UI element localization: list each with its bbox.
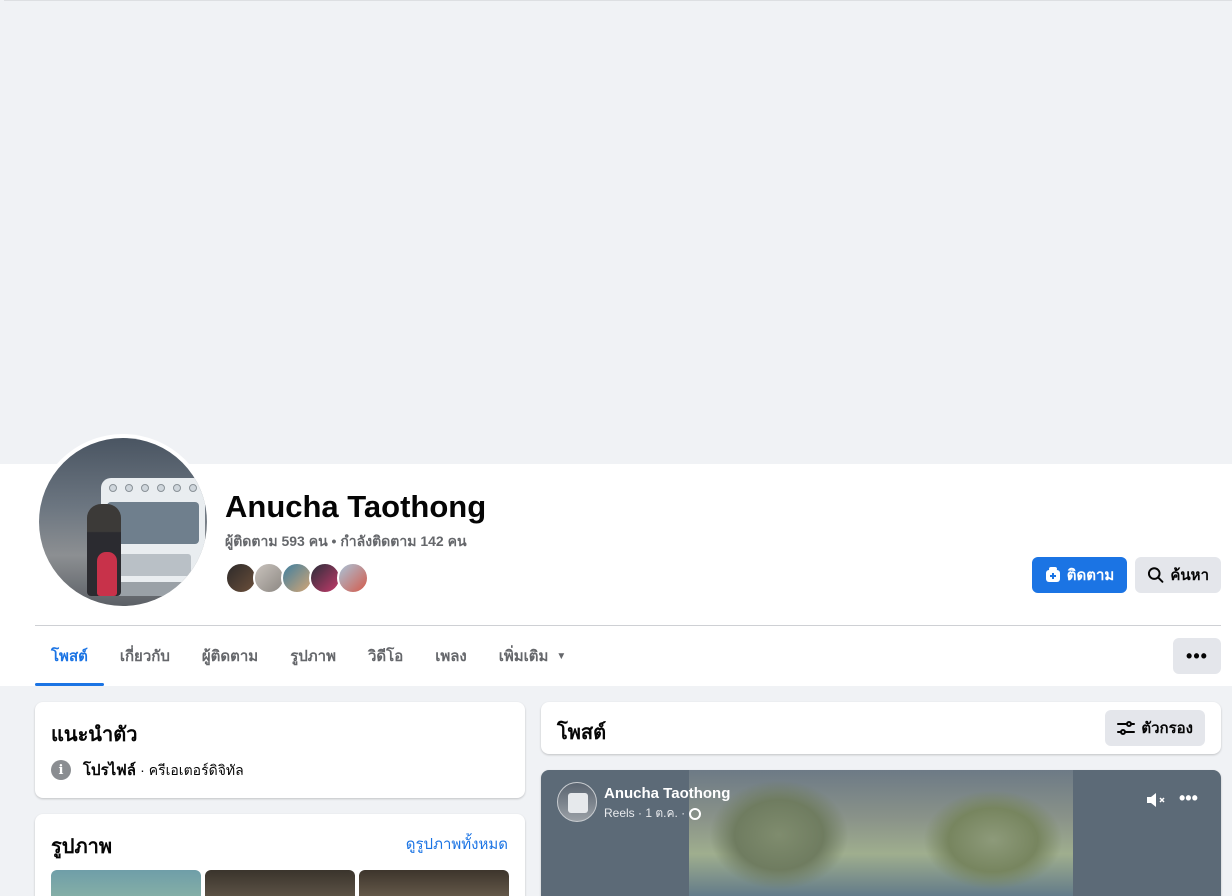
follow-button[interactable]: ติดตาม [1032, 557, 1127, 593]
globe-icon [689, 807, 702, 820]
reel-more-icon[interactable]: ••• [1179, 788, 1198, 809]
tab-label: วิดีโอ [367, 648, 404, 665]
intro-profile-row: i โปรไฟล์ · ครีเอเตอร์ดิจิทัล [51, 758, 244, 782]
tab-label: ผู้ติดตาม [201, 648, 259, 665]
tab-label: เพิ่มเติม [498, 648, 549, 665]
cover-photo[interactable] [4, 0, 1232, 464]
reel-post[interactable]: Anucha Taothong Reels · 1 ต.ค. · ••• [541, 770, 1221, 896]
posts-title: โพสต์ [557, 722, 607, 744]
photo-thumbnail[interactable] [51, 870, 201, 896]
photo-thumbnail[interactable] [205, 870, 355, 896]
see-all-photos-link[interactable]: ดูรูปภาพทั้งหมด [406, 832, 508, 856]
tab-posts[interactable]: โพสต์ [35, 626, 104, 686]
reel-video[interactable] [689, 770, 1073, 896]
tab-followers[interactable]: ผู้ติดตาม [186, 626, 274, 686]
avatar [39, 438, 207, 606]
profile-name: Anucha Taothong [225, 489, 487, 524]
info-icon: i [51, 760, 71, 780]
intro-title: แนะนำตัว [51, 724, 138, 746]
tab-music[interactable]: เพลง [419, 626, 483, 686]
tab-label: โพสต์ [51, 648, 88, 665]
follow-icon [1045, 567, 1060, 582]
tab-label: รูปภาพ [290, 648, 336, 665]
photo-thumbnail[interactable] [359, 870, 509, 896]
photos-title: รูปภาพ [51, 836, 113, 858]
profile-picture[interactable] [35, 434, 211, 610]
child-figure [97, 552, 117, 596]
follow-label: ติดตาม [1066, 567, 1115, 584]
tab-about[interactable]: เกี่ยวกับ [104, 626, 186, 686]
tab-label: เพลง [435, 648, 467, 665]
filter-button[interactable]: ตัวกรอง [1105, 710, 1205, 746]
follower-stats[interactable]: ผู้ติดตาม 593 คน • กำลังติดตาม 142 คน [225, 531, 467, 553]
tab-videos[interactable]: วิดีโอ [352, 626, 419, 686]
reel-author-name[interactable]: Anucha Taothong [604, 785, 730, 802]
photos-card: รูปภาพ ดูรูปภาพทั้งหมด [35, 814, 525, 896]
profile-tabs: โพสต์ เกี่ยวกับ ผู้ติดตาม รูปภาพ วิดีโอ … [35, 626, 582, 686]
tab-label: เกี่ยวกับ [119, 648, 170, 665]
reel-author-avatar[interactable] [557, 782, 597, 822]
tab-more[interactable]: เพิ่มเติม ▼ [483, 626, 583, 686]
filter-label: ตัวกรอง [1141, 720, 1193, 737]
intro-row-label: โปรไฟล์ [83, 762, 136, 779]
filter-icon [1117, 721, 1136, 735]
search-button[interactable]: ค้นหา [1135, 557, 1221, 593]
caret-down-icon: ▼ [556, 650, 567, 662]
mute-icon[interactable] [1145, 790, 1167, 815]
more-options-button[interactable]: ••• [1173, 638, 1221, 674]
follower-avatar[interactable] [337, 562, 369, 594]
posts-header-card: โพสต์ ตัวกรอง [541, 702, 1221, 754]
reel-meta-text: Reels · 1 ต.ค. · [604, 806, 686, 820]
intro-row-value: · ครีเอเตอร์ดิจิทัล [140, 762, 244, 778]
search-label: ค้นหา [1170, 567, 1209, 584]
search-icon [1147, 567, 1164, 583]
intro-card: แนะนำตัว i โปรไฟล์ · ครีเอเตอร์ดิจิทัล [35, 702, 525, 798]
tab-photos[interactable]: รูปภาพ [274, 626, 352, 686]
follower-avatars[interactable] [225, 562, 369, 594]
reel-meta: Reels · 1 ต.ค. · [604, 804, 702, 823]
